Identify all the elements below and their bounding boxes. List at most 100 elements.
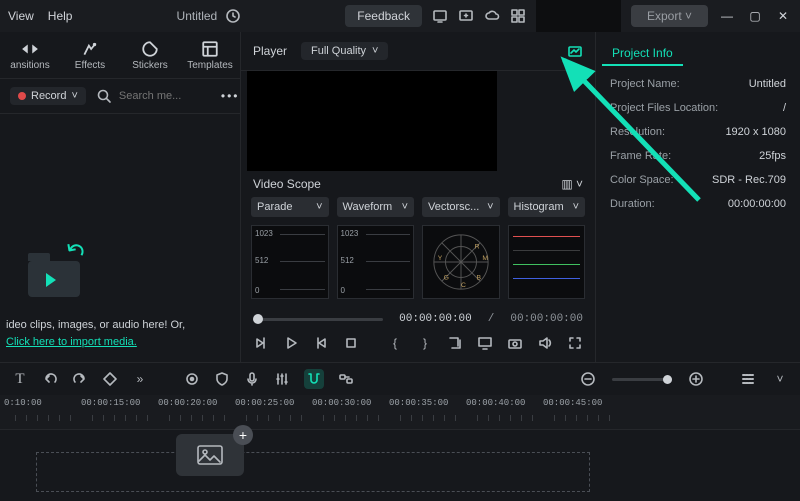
add-media-button[interactable]: + bbox=[233, 425, 253, 445]
svg-text:M: M bbox=[482, 255, 488, 262]
info-row-framerate: Frame Rate:25fps bbox=[610, 150, 786, 162]
monitor-icon[interactable] bbox=[477, 335, 493, 351]
search-input[interactable] bbox=[117, 89, 201, 103]
clip-drop-zone[interactable] bbox=[36, 452, 590, 492]
camera-icon[interactable] bbox=[507, 335, 523, 351]
import-hint: ideo clips, images, or audio here! Or, C… bbox=[6, 317, 185, 350]
record-label: Record bbox=[31, 90, 66, 102]
tab-label: Templates bbox=[187, 60, 233, 71]
marker-button[interactable] bbox=[184, 371, 200, 387]
info-row-colorspace: Color Space:SDR - Rec.709 bbox=[610, 174, 786, 186]
fullscreen-button[interactable] bbox=[567, 335, 583, 351]
import-folder-icon: ↶ bbox=[24, 237, 84, 297]
crop-icon[interactable] bbox=[447, 335, 463, 351]
window-minimize[interactable]: — bbox=[718, 9, 736, 23]
volume-button[interactable] bbox=[537, 335, 553, 351]
media-drop-zone[interactable]: ↶ ideo clips, images, or audio here! Or,… bbox=[0, 114, 240, 362]
stop-button[interactable] bbox=[343, 335, 359, 351]
project-info-tab[interactable]: Project Info bbox=[602, 42, 683, 66]
more-icon[interactable]: ••• bbox=[221, 89, 240, 103]
tab-label: Effects bbox=[75, 60, 105, 71]
image-icon bbox=[197, 445, 223, 465]
window-maximize[interactable]: ▢ bbox=[746, 9, 764, 23]
transitions-icon bbox=[21, 40, 39, 58]
scope-select-parade[interactable]: Parade˅ bbox=[251, 197, 329, 217]
quality-select[interactable]: Full Quality ˅ bbox=[301, 42, 388, 60]
play-button[interactable] bbox=[283, 335, 299, 351]
scope-layout-toggle[interactable]: ▥ ˅ bbox=[561, 177, 583, 191]
player-viewport bbox=[241, 71, 595, 171]
time-duration: 00:00:00:00 bbox=[510, 313, 583, 325]
menu-view[interactable]: View bbox=[8, 9, 34, 23]
tab-templates[interactable]: Templates bbox=[180, 32, 240, 78]
undo-button[interactable] bbox=[42, 371, 58, 387]
info-row-duration: Duration:00:00:00:00 bbox=[610, 198, 786, 210]
record-button[interactable]: Record ˅ bbox=[10, 87, 86, 105]
timeline-ruler[interactable]: 0:10:0000:00:15:0000:00:20:0000:00:25:00… bbox=[0, 395, 800, 430]
playhead-slider[interactable] bbox=[253, 318, 383, 321]
info-row-name: Project Name:Untitled bbox=[610, 78, 786, 90]
redo-button[interactable] bbox=[72, 371, 88, 387]
scope-select-vectorscope[interactable]: Vectorsc...˅ bbox=[422, 197, 500, 217]
tab-effects[interactable]: Effects bbox=[60, 32, 120, 78]
vectorscope: RMBCGY bbox=[422, 225, 500, 299]
mic-button[interactable] bbox=[244, 371, 260, 387]
import-link[interactable]: Click here to import media. bbox=[6, 336, 137, 348]
scope-select-waveform[interactable]: Waveform˅ bbox=[337, 197, 415, 217]
search-field[interactable] bbox=[96, 88, 201, 104]
media-placeholder-chip[interactable]: + bbox=[176, 434, 244, 476]
audio-mixer-button[interactable] bbox=[274, 371, 290, 387]
effects-icon bbox=[81, 40, 99, 58]
screen-icon[interactable] bbox=[458, 8, 474, 24]
shield-button[interactable] bbox=[214, 371, 230, 387]
magnet-button[interactable] bbox=[304, 369, 324, 389]
time-position: 00:00:00:00 bbox=[399, 313, 472, 325]
cloud-icon[interactable] bbox=[484, 8, 500, 24]
track-view-button[interactable] bbox=[740, 371, 756, 387]
grid-icon[interactable] bbox=[510, 8, 526, 24]
window-close[interactable]: ✕ bbox=[774, 9, 792, 23]
display-icon[interactable] bbox=[432, 8, 448, 24]
mark-in-button[interactable]: { bbox=[387, 335, 403, 351]
ruler-tick: 00:00:40:00 bbox=[466, 398, 525, 408]
ruler-tick: 00:00:30:00 bbox=[312, 398, 371, 408]
zoom-out-button[interactable] bbox=[580, 371, 596, 387]
zoom-slider[interactable] bbox=[612, 378, 672, 381]
chevron-down-icon: ˅ bbox=[71, 90, 77, 102]
history-icon bbox=[225, 8, 241, 24]
feedback-button[interactable]: Feedback bbox=[345, 5, 422, 27]
waveform-scope: 1023 512 0 bbox=[337, 225, 415, 299]
media-tab-strip: ansitions Effects Stickers Templates bbox=[0, 32, 240, 79]
player-label: Player bbox=[253, 44, 287, 58]
ruler-tick: 0:10:00 bbox=[4, 398, 42, 408]
track-options-button[interactable]: ˅ bbox=[772, 371, 788, 387]
mark-out-button[interactable]: } bbox=[417, 335, 433, 351]
tab-stickers[interactable]: Stickers bbox=[120, 32, 180, 78]
next-frame-button[interactable] bbox=[313, 335, 329, 351]
scope-selects: Parade˅ Waveform˅ Vectorsc...˅ Histogram… bbox=[241, 197, 595, 217]
keyframe-button[interactable] bbox=[102, 371, 118, 387]
prev-frame-button[interactable] bbox=[253, 335, 269, 351]
more-tools-button[interactable]: » bbox=[132, 371, 148, 387]
chevron-down-icon: ˅ bbox=[372, 45, 378, 57]
stickers-icon bbox=[141, 40, 159, 58]
tab-transitions[interactable]: ansitions bbox=[0, 32, 60, 78]
project-info-list: Project Name:Untitled Project Files Loca… bbox=[596, 66, 800, 222]
ruler-tick: 00:00:20:00 bbox=[158, 398, 217, 408]
snapshot-icon[interactable] bbox=[567, 43, 583, 59]
media-toolbar: Record ˅ ••• bbox=[0, 79, 240, 114]
zoom-in-button[interactable] bbox=[688, 371, 704, 387]
link-button[interactable] bbox=[338, 371, 354, 387]
time-separator: / bbox=[488, 313, 495, 325]
timeline-track[interactable]: + bbox=[0, 430, 800, 498]
tab-label: ansitions bbox=[10, 60, 49, 71]
top-right-group: Feedback Export ˅ — ▢ ✕ bbox=[345, 0, 792, 32]
document-title: Untitled bbox=[177, 9, 218, 23]
scope-select-histogram[interactable]: Histogram˅ bbox=[508, 197, 586, 217]
menu-help[interactable]: Help bbox=[48, 9, 73, 23]
export-button[interactable]: Export ˅ bbox=[631, 5, 708, 27]
timeline-toolbar: T » ˅ bbox=[0, 363, 800, 395]
ruler-tick: 00:00:25:00 bbox=[235, 398, 294, 408]
preview-canvas[interactable] bbox=[247, 71, 497, 171]
text-tool-button[interactable]: T bbox=[12, 371, 28, 387]
